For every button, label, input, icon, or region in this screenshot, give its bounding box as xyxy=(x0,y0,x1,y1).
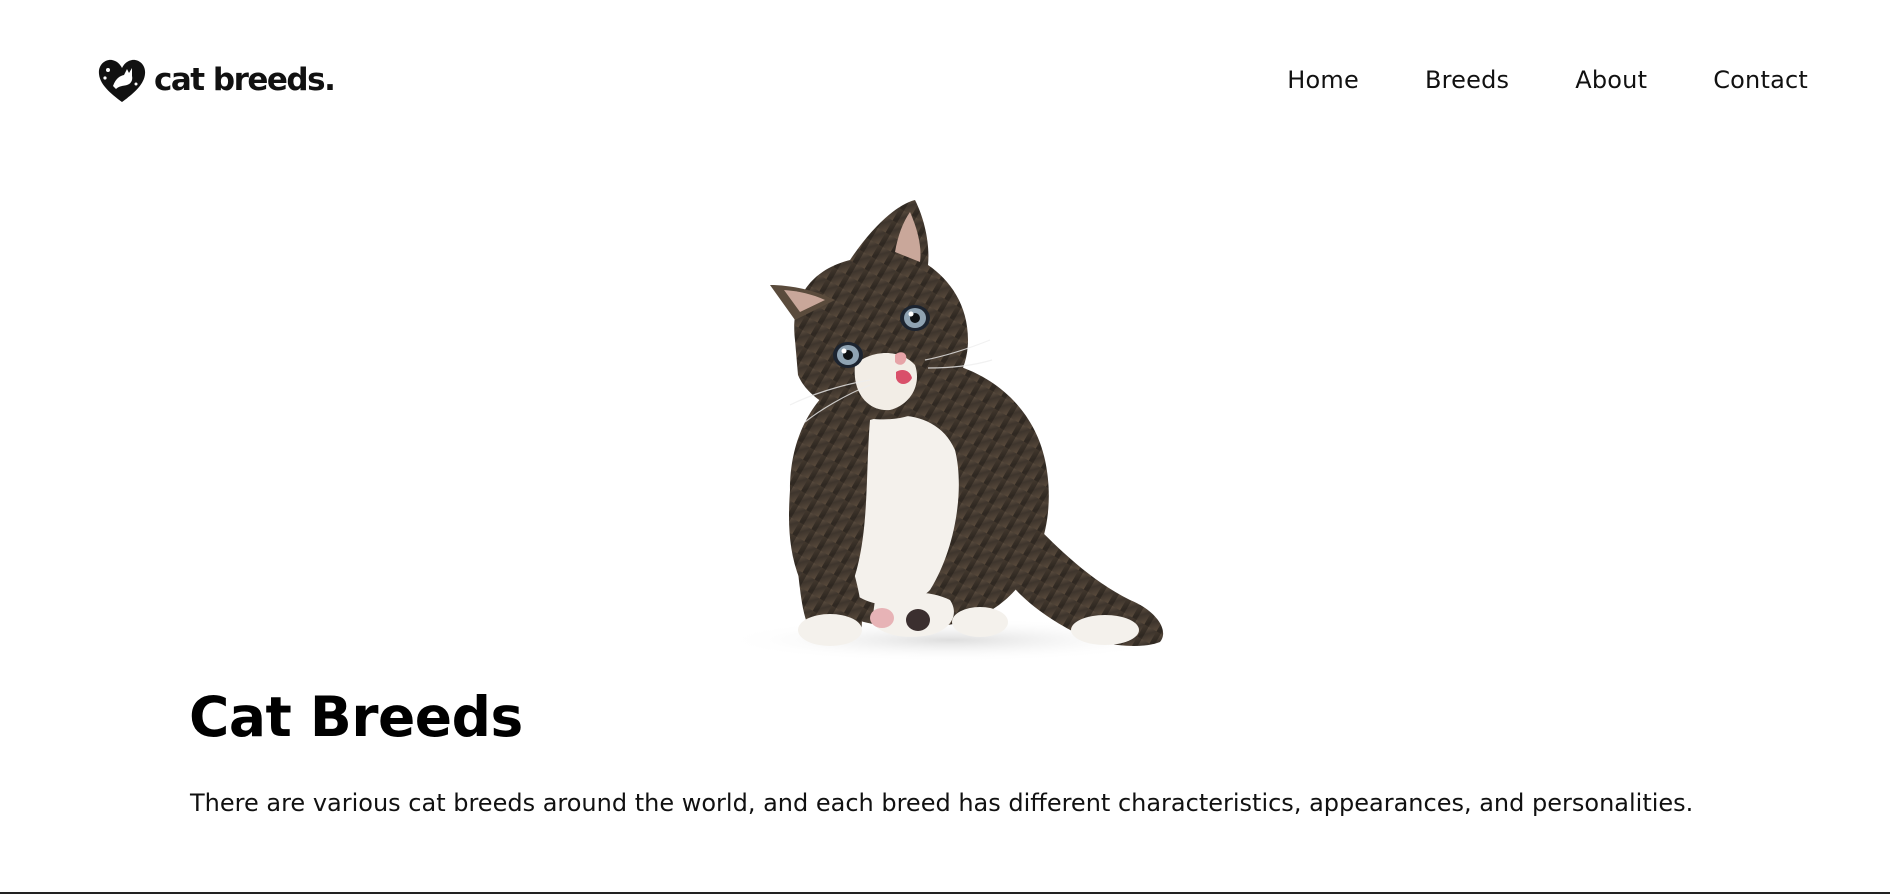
heart-cat-icon xyxy=(98,59,146,102)
page-description: There are various cat breeds around the … xyxy=(190,789,1694,817)
nav-breeds[interactable]: Breeds xyxy=(1425,68,1509,92)
kitten-illustration xyxy=(720,200,1180,662)
nav-contact[interactable]: Contact xyxy=(1713,68,1808,92)
main-nav: Home Breeds About Contact xyxy=(1287,68,1808,92)
nav-home[interactable]: Home xyxy=(1287,68,1359,92)
logo-text: cat breeds. xyxy=(154,61,336,98)
logo-link[interactable]: cat breeds. xyxy=(96,56,336,104)
page: cat breeds. Home Breeds About Contact Ca… xyxy=(0,0,1890,894)
nav-about[interactable]: About xyxy=(1575,68,1647,92)
tabby-kitten-image xyxy=(700,190,1220,670)
page-title: Cat Breeds xyxy=(189,685,523,749)
